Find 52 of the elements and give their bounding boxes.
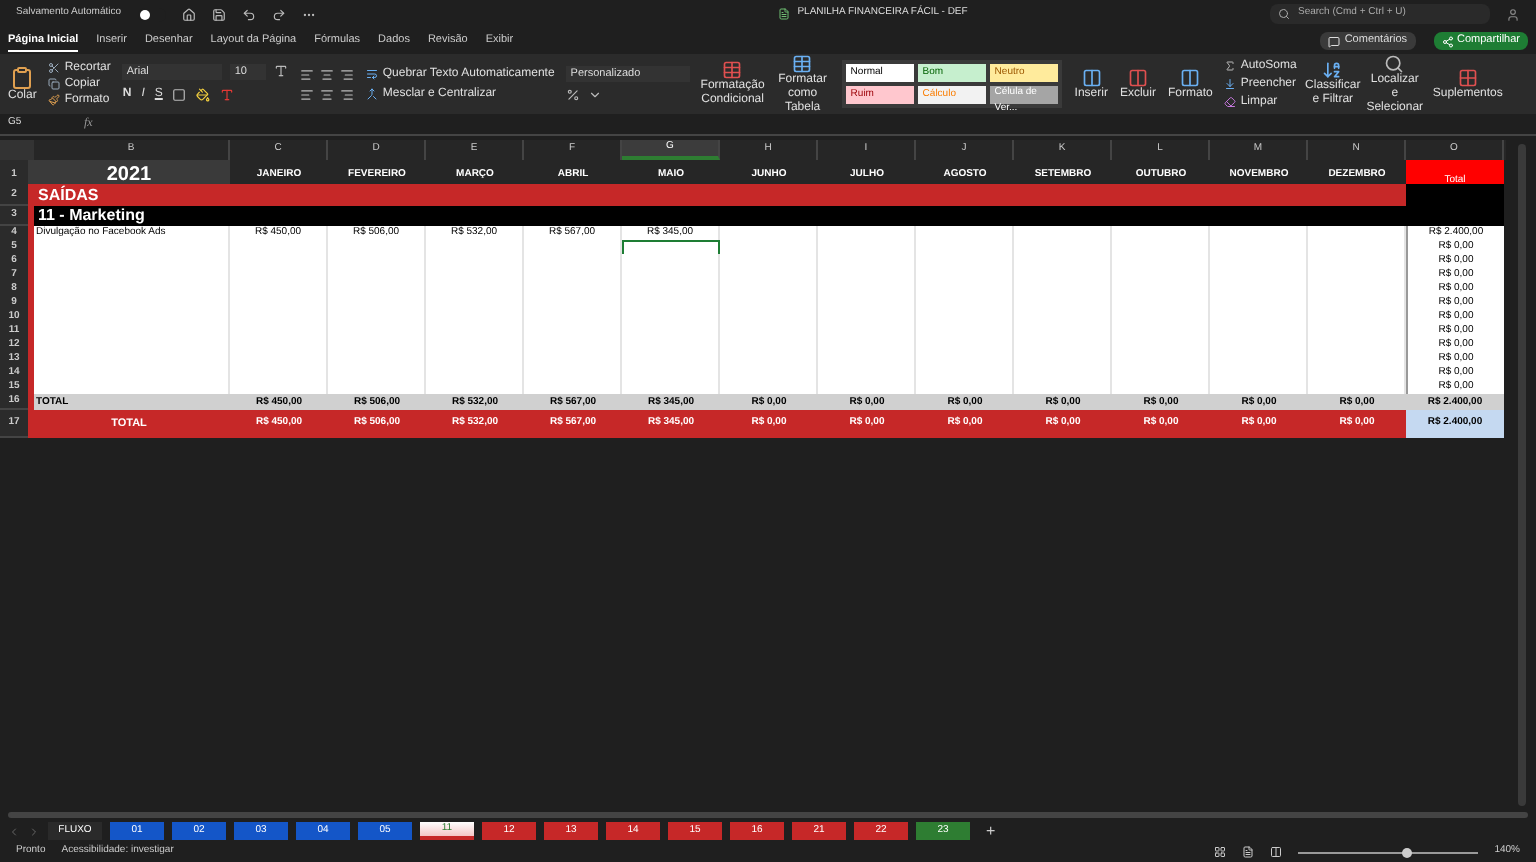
undo-icon[interactable] bbox=[241, 7, 256, 21]
horizontal-scrollbar[interactable] bbox=[8, 812, 1528, 818]
chevron-icon[interactable] bbox=[588, 88, 603, 102]
font-grow-icon[interactable] bbox=[274, 64, 289, 78]
search-icon bbox=[1278, 8, 1290, 20]
page-break-icon[interactable] bbox=[1270, 846, 1283, 858]
document-icon bbox=[777, 8, 790, 20]
delete-cells-icon bbox=[1127, 67, 1148, 87]
comment-icon bbox=[1328, 35, 1341, 47]
redo-icon[interactable] bbox=[271, 7, 286, 21]
sort-icon bbox=[1322, 60, 1343, 80]
table-icon bbox=[792, 53, 813, 73]
filled-cell bbox=[1406, 184, 1504, 206]
add-sheet-button[interactable]: + bbox=[978, 819, 1004, 843]
font-color-icon[interactable] bbox=[220, 88, 235, 102]
align-middle-icon[interactable] bbox=[320, 67, 335, 81]
align-top-icon[interactable] bbox=[300, 67, 315, 81]
normal-view-icon[interactable] bbox=[1214, 846, 1227, 858]
addins-icon bbox=[1457, 67, 1478, 87]
percent-icon[interactable] bbox=[566, 88, 581, 102]
zoom-slider[interactable] bbox=[1298, 846, 1479, 858]
home-icon[interactable] bbox=[181, 7, 196, 21]
save-icon[interactable] bbox=[211, 7, 226, 21]
eraser-icon bbox=[1224, 96, 1237, 108]
conditional-format-icon bbox=[722, 60, 743, 80]
format-cells-icon bbox=[1180, 67, 1201, 87]
borders-icon[interactable] bbox=[172, 88, 187, 102]
fill-color-icon[interactable] bbox=[196, 88, 211, 102]
page-layout-icon[interactable] bbox=[1242, 846, 1255, 858]
previous-sheet-icon[interactable] bbox=[8, 825, 20, 837]
zoom-thumb[interactable] bbox=[1401, 847, 1412, 857]
share-icon bbox=[1441, 35, 1454, 47]
align-left-icon[interactable] bbox=[300, 87, 315, 101]
paste-icon[interactable] bbox=[10, 65, 35, 89]
next-sheet-icon[interactable] bbox=[28, 825, 40, 837]
table-cell[interactable] bbox=[622, 240, 720, 254]
cut-icon bbox=[48, 62, 61, 74]
wrap-icon bbox=[366, 68, 379, 80]
section-banner: SAÍDAS bbox=[28, 184, 1406, 206]
fill-icon bbox=[1224, 78, 1237, 90]
person-icon[interactable] bbox=[1506, 7, 1520, 21]
brush-icon bbox=[48, 94, 61, 106]
sum-icon bbox=[1224, 60, 1237, 72]
copy-icon bbox=[48, 78, 61, 90]
category-banner: 11 - Marketing bbox=[34, 206, 1504, 226]
align-center-icon[interactable] bbox=[320, 87, 335, 101]
align-bottom-icon[interactable] bbox=[340, 67, 355, 81]
insert-cells-icon bbox=[1081, 67, 1102, 87]
merge-icon bbox=[366, 88, 379, 100]
search-icon bbox=[1384, 53, 1405, 73]
select-all-corner[interactable] bbox=[0, 140, 34, 160]
align-right-icon[interactable] bbox=[340, 87, 355, 101]
